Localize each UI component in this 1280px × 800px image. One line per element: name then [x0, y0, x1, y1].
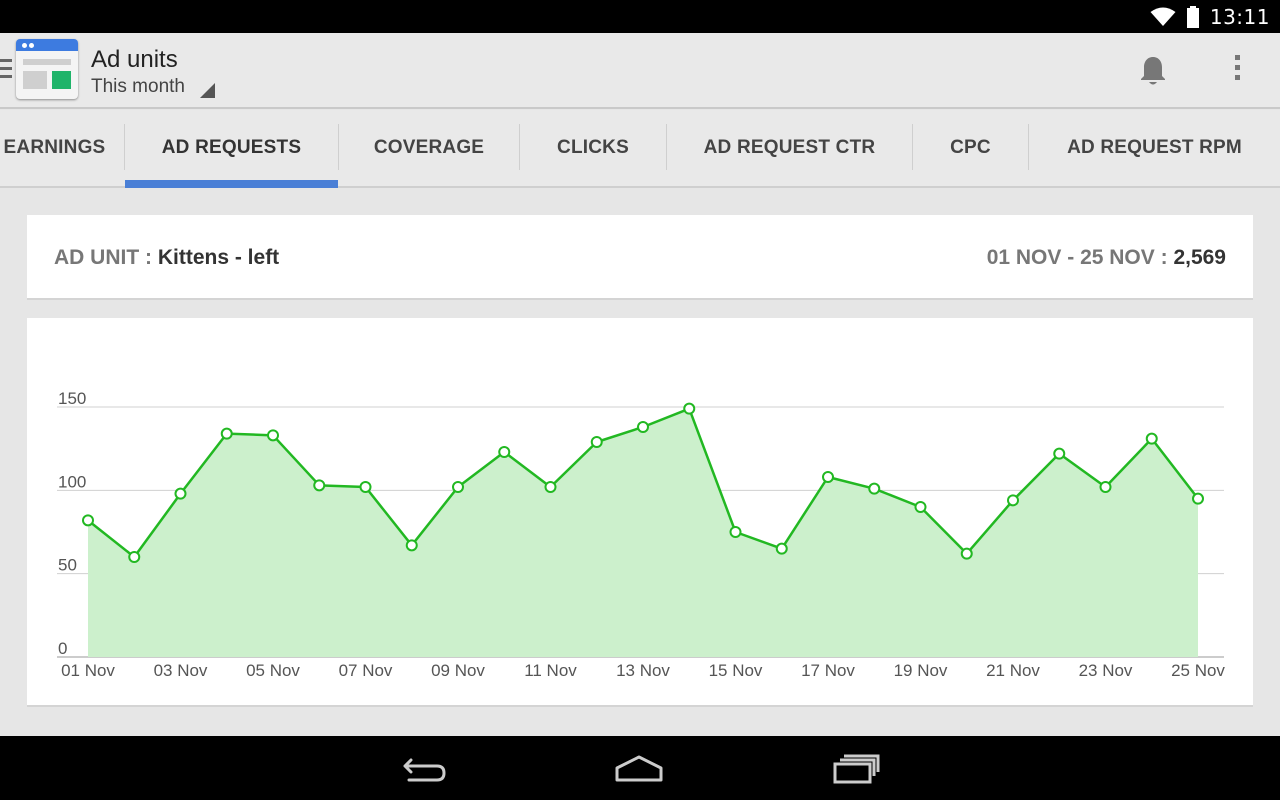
recent-apps-icon[interactable]: [832, 752, 882, 786]
tab-ad-requests[interactable]: AD REQUESTS: [125, 124, 338, 188]
tab-cpc[interactable]: CPC: [913, 124, 1028, 188]
date-range-label: 01 NOV - 25 NOV :: [986, 246, 1168, 269]
x-tick-label: 11 Nov: [524, 661, 577, 680]
data-point: [452, 481, 464, 493]
data-point: [822, 471, 834, 483]
tab-earnings[interactable]: EARNINGS: [0, 124, 125, 188]
data-point: [1145, 432, 1158, 445]
data-point: [128, 551, 141, 563]
tab-clicks[interactable]: CLICKS: [520, 124, 666, 188]
status-bar: 13:11: [0, 0, 1280, 33]
data-point: [220, 427, 233, 440]
overflow-menu-icon[interactable]: [1227, 55, 1247, 87]
navigation-bar: [0, 736, 1280, 800]
data-point: [775, 542, 788, 555]
ad-unit-label: AD UNIT :: [54, 246, 152, 269]
range-summary: 01 NOV - 25 NOV : 2,569: [987, 246, 1226, 270]
data-point: [1099, 481, 1112, 493]
total-value: 2,569: [1173, 246, 1226, 269]
area-fill: [88, 408, 1198, 657]
action-bar: Ad units This month: [0, 33, 1280, 109]
period-spinner-label[interactable]: This month: [91, 76, 185, 98]
metric-tabs: EARNINGS AD REQUESTS COVERAGE CLICKS AD …: [0, 110, 1280, 188]
y-tick-label: 100: [58, 472, 86, 491]
ad-unit-summary: AD UNIT : Kittens - left: [54, 246, 279, 270]
data-point: [637, 421, 649, 433]
data-point: [960, 547, 973, 560]
x-tick-label: 03 Nov: [154, 661, 208, 680]
ad-unit-name: Kittens - left: [157, 246, 280, 269]
y-tick-label: 0: [58, 639, 67, 658]
data-point: [544, 481, 557, 493]
x-tick-label: 05 Nov: [246, 661, 300, 680]
ad-requests-chart: 0 50 100 150 01 Nov 03 Nov 05 Nov 07 Nov 09 Nov 1…: [57, 389, 1225, 680]
notification-bell-icon[interactable]: [1138, 55, 1168, 87]
tab-ad-request-ctr[interactable]: AD REQUEST CTR: [667, 124, 912, 188]
data-point: [683, 402, 696, 415]
active-tab-indicator: [125, 180, 338, 188]
data-point: [1007, 494, 1019, 507]
x-tick-label: 25 Nov: [1171, 661, 1225, 680]
wifi-icon: [1150, 7, 1176, 26]
summary-card: AD UNIT : Kittens - left 01 NOV - 25 NOV…: [27, 215, 1253, 300]
data-point: [82, 514, 94, 527]
spinner-caret-icon[interactable]: [200, 83, 215, 98]
tab-ad-request-rpm[interactable]: AD REQUEST RPM: [1029, 124, 1280, 188]
y-tick-label: 150: [58, 389, 86, 408]
data-point: [590, 436, 603, 448]
status-time: 13:11: [1209, 4, 1270, 29]
data-point: [914, 501, 927, 513]
battery-icon: [1186, 5, 1199, 28]
data-point: [313, 479, 326, 492]
x-tick-label: 01 Nov: [61, 661, 115, 680]
home-icon[interactable]: [614, 752, 664, 786]
data-point: [498, 446, 511, 458]
x-tick-label: 17 Nov: [801, 661, 855, 680]
x-tick-label: 21 Nov: [986, 661, 1040, 680]
data-point: [405, 539, 418, 552]
x-tick-label: 19 Nov: [894, 661, 948, 680]
x-tick-label: 07 Nov: [339, 661, 393, 680]
data-point: [174, 487, 187, 500]
chart-card: 0 50 100 150 01 Nov 03 Nov 05 Nov 07 Nov 09 Nov 1…: [27, 318, 1253, 707]
data-point: [359, 481, 372, 493]
data-point: [267, 429, 279, 442]
x-tick-label: 09 Nov: [431, 661, 485, 680]
data-point: [729, 526, 742, 538]
menu-icon[interactable]: [0, 59, 12, 79]
app-icon[interactable]: [16, 39, 78, 99]
data-point: [868, 482, 881, 495]
data-point: [1053, 447, 1066, 460]
y-tick-label: 50: [58, 556, 77, 575]
x-tick-label: 15 Nov: [709, 661, 763, 680]
data-point: [1192, 492, 1204, 505]
tab-coverage[interactable]: COVERAGE: [339, 124, 519, 188]
x-tick-label: 13 Nov: [616, 661, 670, 680]
back-icon[interactable]: [399, 752, 449, 786]
x-tick-label: 23 Nov: [1079, 661, 1133, 680]
page-title[interactable]: Ad units: [91, 46, 178, 74]
